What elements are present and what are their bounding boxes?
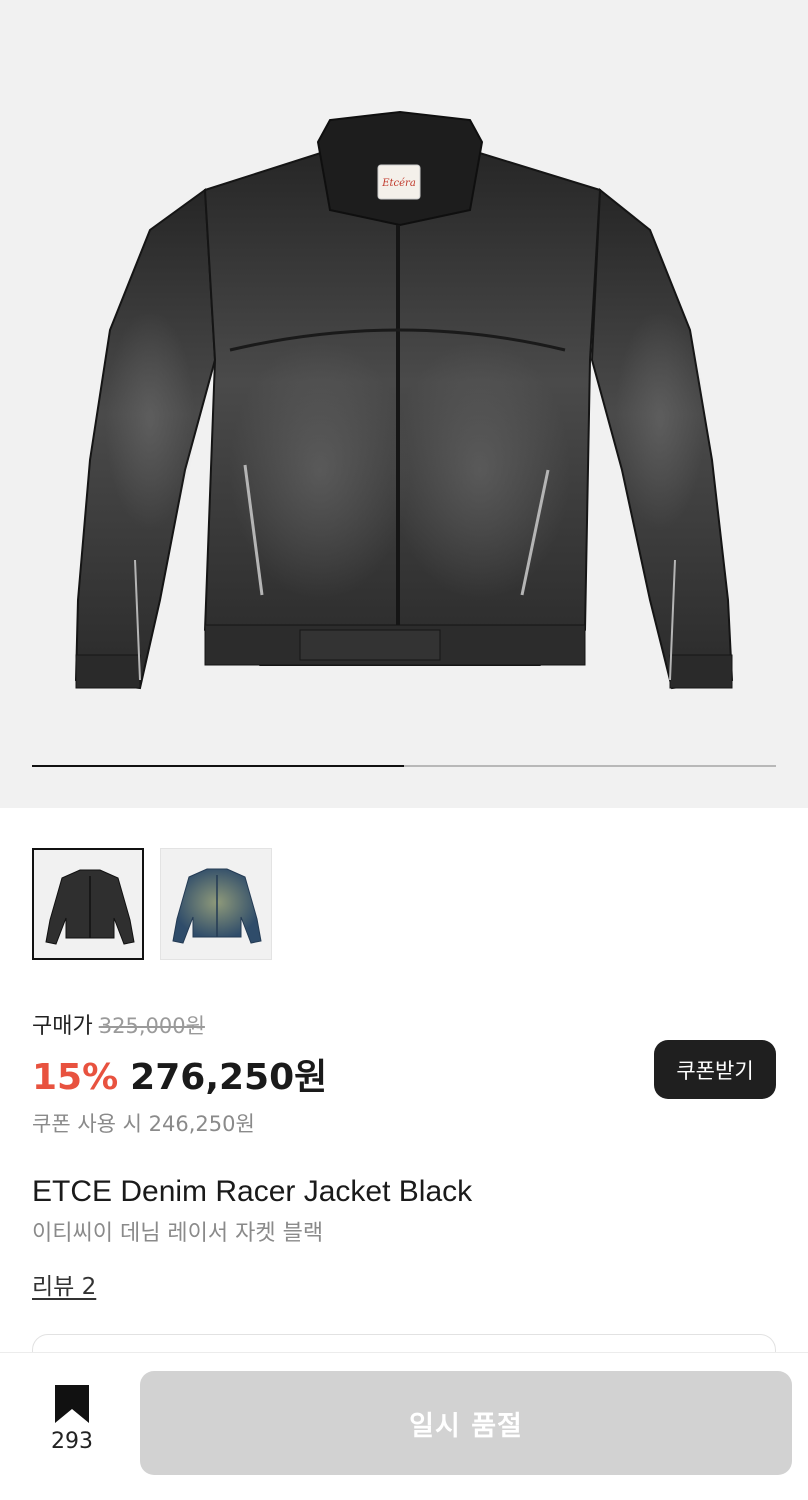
bookmark-button[interactable]: 293 xyxy=(30,1383,114,1454)
svg-text:Etcéra: Etcéra xyxy=(381,178,416,189)
carousel-progress-fill xyxy=(32,765,404,767)
bookmark-icon xyxy=(55,1385,89,1423)
bookmark-count: 293 xyxy=(51,1429,93,1454)
jacket-blue-thumbnail xyxy=(172,868,262,944)
product-info: ETCE Denim Racer Jacket Black 이티씨이 데님 레이… xyxy=(32,1175,776,1301)
product-name-ko: 이티씨이 데님 레이서 자켓 블랙 xyxy=(32,1221,324,1246)
coupon-price-text: 쿠폰 사용 시 246,250원 xyxy=(32,1112,255,1136)
jacket-image: Etcéra xyxy=(74,110,734,690)
thumbnail-black[interactable] xyxy=(32,848,144,960)
discount-rate: 15% xyxy=(32,1057,119,1098)
get-coupon-button[interactable]: 쿠폰받기 xyxy=(654,1040,776,1099)
thumbnail-blue[interactable] xyxy=(160,848,272,960)
price-label: 구매가 xyxy=(32,1014,93,1039)
thumbnail-strip xyxy=(32,848,272,960)
original-price: 325,000원 xyxy=(98,1014,205,1038)
carousel-progress-track xyxy=(32,765,776,767)
bottom-action-bar: 293 일시 품절 xyxy=(0,1352,808,1500)
sale-price: 276,250원 xyxy=(130,1057,328,1098)
product-name-en: ETCE Denim Racer Jacket Black xyxy=(32,1175,473,1208)
jacket-black-thumbnail xyxy=(45,869,135,945)
sold-out-button[interactable]: 일시 품절 xyxy=(140,1371,792,1475)
review-link[interactable]: 리뷰 2 xyxy=(32,1267,96,1301)
product-image-carousel[interactable]: Etcéra xyxy=(0,0,808,808)
